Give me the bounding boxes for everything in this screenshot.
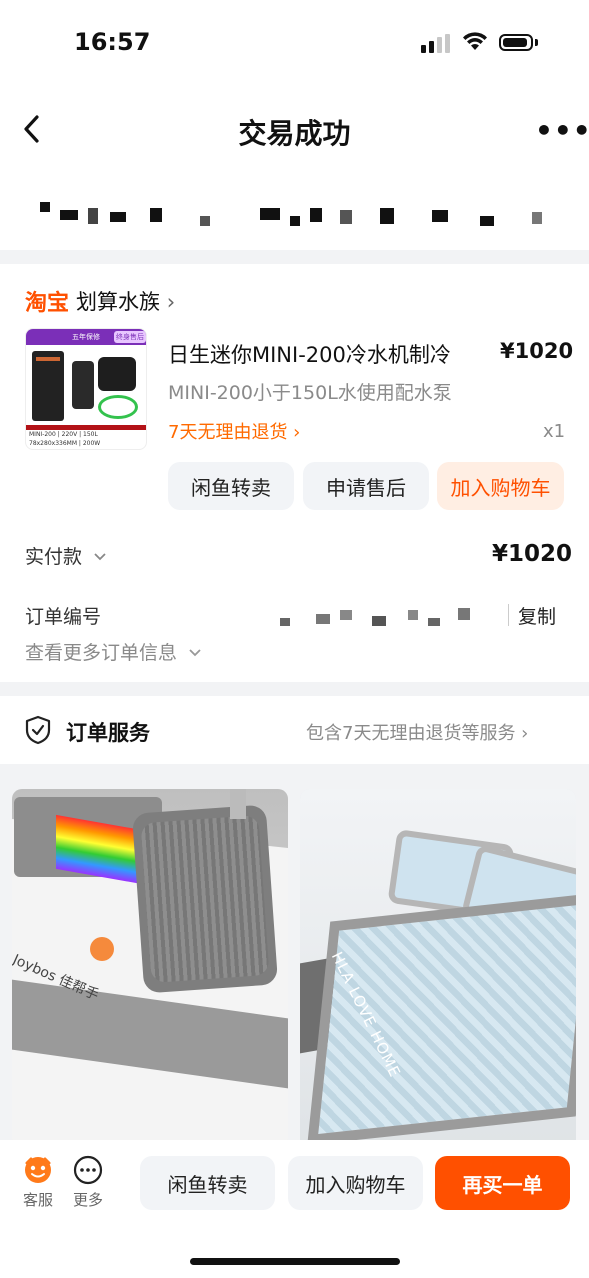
- shield-check-icon: [24, 715, 52, 749]
- address-section[interactable]: [0, 172, 589, 250]
- customer-service-tab[interactable]: 客服: [22, 1155, 54, 1210]
- battery-icon: [499, 34, 533, 51]
- battery-tip: [535, 39, 538, 46]
- more-tab[interactable]: 更多: [72, 1155, 104, 1210]
- cellular-signal-icon: [421, 34, 453, 53]
- product-price: ¥1020: [500, 339, 574, 363]
- add-to-cart-button[interactable]: 加入购物车: [437, 462, 564, 510]
- thumb-spec-row-2: 78x280x336MM | 200W: [29, 440, 101, 447]
- divider: [508, 604, 509, 626]
- resell-xianyu-button[interactable]: 闲鱼转卖: [168, 462, 294, 510]
- more-order-info-label: 查看更多订单信息: [25, 642, 178, 664]
- thumb-tag-service: 终身售后: [116, 333, 144, 341]
- shop-name[interactable]: 划算水族 ›: [76, 286, 175, 316]
- status-time: 16:57: [74, 28, 151, 56]
- after-sales-button[interactable]: 申请售后: [303, 462, 429, 510]
- page-title: 交易成功: [238, 117, 351, 150]
- paid-amount-label: 实付款: [25, 546, 83, 568]
- order-service-title: 订单服务: [66, 721, 150, 745]
- order-number-label: 订单编号: [25, 606, 102, 628]
- bottom-resell-button[interactable]: 闲鱼转卖: [140, 1156, 275, 1210]
- chevron-down-icon: [94, 553, 106, 561]
- recommendation-card-bedding[interactable]: HLA LOVE HOME: [300, 789, 576, 1149]
- bottom-add-to-cart-button[interactable]: 加入购物车: [288, 1156, 423, 1210]
- more-options-icon[interactable]: •••: [535, 114, 589, 147]
- product-spec: MINI-200小于150L水使用配水泵: [168, 382, 452, 404]
- paid-amount-value: ¥1020: [492, 541, 573, 567]
- buy-again-button[interactable]: 再买一单: [435, 1156, 570, 1210]
- chevron-down-icon: [189, 649, 201, 657]
- thumb-spec-row-1: MINI-200 | 220V | 150L: [29, 431, 98, 438]
- shop-name-label: 划算水族: [76, 290, 160, 314]
- product-thumbnail[interactable]: 五年保修 终身售后 MINI-200 | 220V | 150L 78x280x…: [25, 328, 147, 450]
- copy-order-number-button[interactable]: 复制: [518, 602, 556, 629]
- return-policy-link[interactable]: 7天无理由退货 ›: [168, 418, 300, 444]
- chevron-right-icon: ›: [166, 290, 176, 314]
- home-indicator: [190, 1258, 400, 1265]
- more-label: 更多: [72, 1191, 103, 1209]
- recommendation-card-mop[interactable]: Joybos 佳帮手: [12, 789, 288, 1149]
- paid-amount-toggle[interactable]: 实付款: [25, 542, 108, 569]
- taobao-logo: 淘宝: [25, 291, 70, 316]
- product-quantity: x1: [543, 421, 566, 442]
- product-title[interactable]: 日生迷你MINI-200冷水机制冷: [168, 339, 451, 369]
- order-number-redacted: [268, 600, 498, 628]
- customer-service-label: 客服: [22, 1191, 53, 1209]
- customer-service-icon: [25, 1157, 51, 1183]
- more-icon: [73, 1155, 103, 1185]
- wifi-icon: [461, 30, 489, 56]
- order-service-description[interactable]: 包含7天无理由退货等服务 ›: [306, 719, 528, 745]
- more-order-info-toggle[interactable]: 查看更多订单信息: [25, 638, 203, 665]
- thumb-tag-warranty: 五年保修: [72, 333, 100, 341]
